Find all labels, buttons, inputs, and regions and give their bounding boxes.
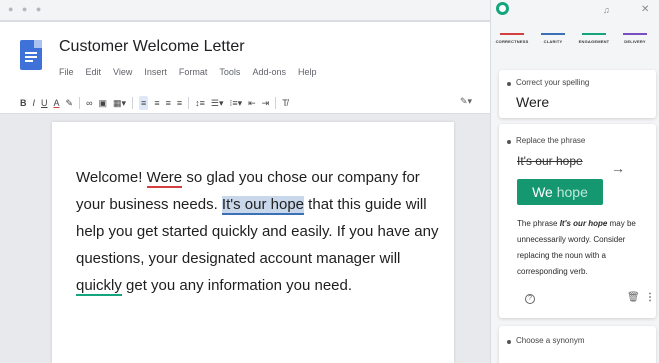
docs-window: ● ● ● Customer Welcome Letter File Edit … [0, 0, 490, 363]
browser-tab-strip: ● ● ● [0, 0, 490, 22]
align-justify-icon[interactable]: ≡ [177, 96, 182, 110]
goal-label: CLARITY [543, 39, 563, 44]
document-title[interactable]: Customer Welcome Letter [59, 38, 245, 56]
menu-view[interactable]: View [113, 67, 132, 77]
suggested-word[interactable]: Were [516, 94, 549, 110]
link-icon[interactable]: ∞ [86, 96, 92, 110]
goal-bar [623, 33, 647, 35]
goal-label: CORRECTNESS [495, 39, 529, 44]
synonym-suggestion-word[interactable]: quickly [76, 277, 122, 296]
decrease-indent-icon[interactable]: ⇤ [248, 96, 256, 110]
body-text-segment: get you any information you need. [121, 277, 353, 294]
menu-help[interactable]: Help [298, 67, 317, 77]
card-bullet [507, 82, 511, 86]
replacement-rest: hope [556, 184, 588, 200]
doc-icon-line [25, 60, 33, 62]
original-phrase-strikethrough: It's our hope [517, 154, 583, 168]
help-icon[interactable]: ? [525, 294, 535, 304]
trash-icon[interactable]: 🗑 [627, 292, 640, 303]
goal-bar [541, 33, 565, 35]
goal-label: ENGAGEMENT [578, 39, 610, 44]
toolbar-divider [79, 96, 81, 109]
grammarly-logo-icon[interactable] [496, 2, 509, 15]
menu-edit[interactable]: Edit [86, 67, 102, 77]
replace-phrase-card: Replace the phrase It's our hope → We ho… [499, 124, 656, 318]
suggestion-category: Correct your spelling [516, 78, 590, 87]
spelling-suggestion-card[interactable]: Correct your spelling Were [499, 70, 656, 118]
align-left-icon[interactable]: ≡ [139, 95, 149, 110]
editing-mode-icon[interactable]: ✎▾ [460, 96, 472, 107]
image-icon[interactable]: ▦▾ [113, 96, 126, 110]
bell-icon[interactable]: ♫ [603, 5, 610, 15]
more-options-icon[interactable]: ⋮ [645, 292, 655, 303]
menu-bar: File Edit View Insert Format Tools Add-o… [59, 67, 316, 77]
document-page[interactable]: Welcome! Were so glad you chose our comp… [52, 122, 454, 363]
suggestion-category: Replace the phrase [516, 136, 586, 145]
accept-replacement-button[interactable]: We hope [517, 179, 603, 205]
card-bullet [507, 140, 511, 144]
spelling-error-word[interactable]: Were [146, 169, 183, 188]
italic-icon[interactable]: I [33, 96, 36, 110]
explanation-text: The phrase [517, 219, 560, 228]
body-text-segment: Welcome! [76, 169, 147, 186]
menu-insert[interactable]: Insert [144, 67, 167, 77]
arrow-right-icon: → [611, 160, 625, 176]
replacement-main: We [532, 184, 553, 200]
goals-bar: CORRECTNESS CLARITY ENGAGEMENT DELIVERY [493, 33, 658, 55]
suggestion-category: Choose a synonym [516, 336, 585, 345]
toolbar-divider [132, 96, 134, 109]
highlight-icon[interactable]: ✎ [66, 96, 74, 110]
toolbar-divider [275, 96, 277, 109]
docs-header: Customer Welcome Letter File Edit View I… [0, 22, 490, 92]
grammarly-sidebar: ♫ ✕ CORRECTNESS CLARITY ENGAGEMENT DELIVERY… [490, 0, 659, 363]
text-color-icon[interactable]: A [54, 96, 60, 110]
align-right-icon[interactable]: ≡ [166, 96, 171, 110]
increase-indent-icon[interactable]: ⇥ [262, 96, 270, 110]
doc-icon-line [25, 52, 37, 54]
bulleted-list-icon[interactable]: ⁝≡▾ [229, 96, 242, 110]
goal-bar [500, 33, 524, 35]
goal-label: DELIVERY [624, 39, 646, 44]
card-bullet [507, 340, 511, 344]
doc-icon-fold [34, 40, 42, 48]
menu-tools[interactable]: Tools [219, 67, 240, 77]
goal-engagement[interactable]: ENGAGEMENT [575, 33, 613, 44]
menu-add-ons[interactable]: Add-ons [252, 67, 286, 77]
comment-icon[interactable]: ▣ [99, 96, 108, 110]
close-icon[interactable]: ✕ [641, 4, 649, 15]
goal-bar [582, 33, 606, 35]
line-spacing-icon[interactable]: ↕≡ [195, 96, 205, 110]
goal-correctness[interactable]: CORRECTNESS [493, 33, 531, 44]
menu-file[interactable]: File [59, 67, 74, 77]
underline-icon[interactable]: U [41, 96, 48, 110]
bold-icon[interactable]: B [20, 96, 27, 110]
goal-clarity[interactable]: CLARITY [534, 33, 572, 44]
window-controls[interactable]: ● ● ● [8, 4, 44, 14]
document-body[interactable]: Welcome! Were so glad you chose our comp… [76, 164, 446, 299]
goal-delivery[interactable]: DELIVERY [616, 33, 654, 44]
explanation-emphasis: It's our hope [559, 219, 608, 228]
align-center-icon[interactable]: ≡ [154, 96, 159, 110]
checklist-icon[interactable]: ☰▾ [211, 96, 224, 110]
google-docs-icon[interactable] [20, 40, 42, 70]
synonym-card[interactable]: Choose a synonym [499, 326, 656, 363]
clear-formatting-icon[interactable]: T̸ [282, 96, 288, 110]
formatting-toolbar: B I U A ✎ ∞ ▣ ▦▾ ≡ ≡ ≡ ≡ ↕≡ ☰▾ ⁝≡▾ ⇤ ⇥ T… [0, 92, 490, 114]
doc-icon-line [25, 56, 37, 58]
suggestion-explanation: The phrase It's our hope may be unnecess… [517, 216, 657, 280]
menu-format[interactable]: Format [179, 67, 208, 77]
wordy-phrase-highlight[interactable]: It's our hope [221, 196, 305, 215]
toolbar-divider [188, 96, 190, 109]
